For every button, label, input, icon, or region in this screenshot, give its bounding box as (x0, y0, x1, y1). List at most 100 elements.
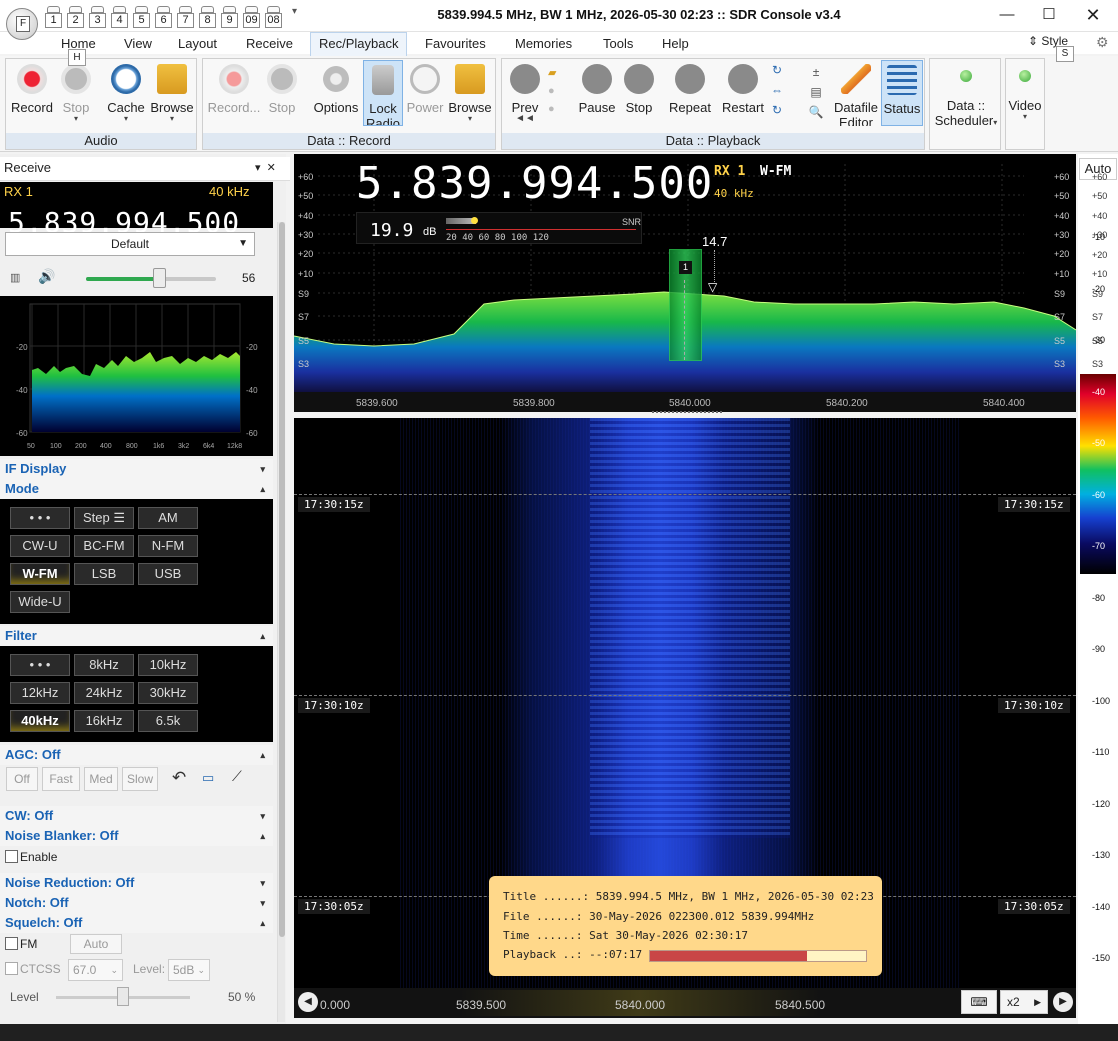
agc-off-button[interactable]: Off (6, 767, 38, 791)
scroll-right-button[interactable]: ▶ (1053, 992, 1073, 1012)
scroll-left-button[interactable]: ◀ (298, 992, 318, 1012)
tab-rec-playback[interactable]: Rec/Playback (310, 32, 408, 56)
restart-button[interactable]: Restart (720, 60, 766, 130)
mode-wideu-button[interactable]: Wide-U (10, 591, 70, 613)
filter-12khz-button[interactable]: 12kHz (10, 682, 70, 704)
repeat-button[interactable]: Repeat (666, 60, 714, 130)
panel-controls[interactable]: ▾ ✕ (255, 161, 276, 174)
mode-lsb-button[interactable]: LSB (74, 563, 134, 585)
mode-bcfm-button[interactable]: BC-FM (74, 535, 134, 557)
options-button[interactable]: Options (310, 60, 362, 130)
squelch-fm-checkbox[interactable] (5, 937, 18, 950)
mode-am-button[interactable]: AM (138, 507, 198, 529)
left-scroll-thumb[interactable] (279, 222, 285, 937)
right-scale-top-label: +20 (1092, 250, 1108, 260)
time-label: 17:30:05z (298, 899, 370, 914)
notch-header[interactable]: Notch: Off ▾ (0, 893, 273, 913)
settings-gear-icon[interactable]: ⚙ (1096, 34, 1109, 51)
agc-settings-icon[interactable]: ▭ (202, 770, 214, 786)
app-icon[interactable]: F (6, 8, 38, 40)
tab-tools[interactable]: Tools (595, 34, 641, 56)
maximize-button[interactable]: ☐ (1026, 2, 1072, 30)
keyboard-icon[interactable]: ⌨ (961, 990, 997, 1014)
video-button[interactable]: Video ▾ (1006, 60, 1044, 130)
level-thumb[interactable] (117, 987, 129, 1006)
filter-10khz-button[interactable]: 10kHz (138, 654, 198, 676)
mode-step-button[interactable]: Step ☰ (74, 507, 134, 529)
tab-view[interactable]: View (116, 34, 160, 56)
filter-more-button[interactable]: • • • (10, 654, 70, 676)
mode-usb-button[interactable]: USB (138, 563, 198, 585)
filter-header[interactable]: Filter ▴ (0, 626, 273, 646)
mode-header[interactable]: Mode ▴ (0, 479, 273, 499)
speaker-icon[interactable]: 🔊 (38, 268, 55, 285)
mode-cwu-button[interactable]: CW-U (10, 535, 70, 557)
right-scale-db-label: -80 (1092, 592, 1106, 603)
playback-stop-button[interactable]: Stop (620, 60, 658, 130)
squelch-auto-button[interactable]: Auto (70, 934, 122, 954)
mode-nfm-button[interactable]: N-FM (138, 535, 198, 557)
if-display-header[interactable]: IF Display ▾ (0, 459, 273, 479)
cw-header[interactable]: CW: Off ▾ (0, 806, 273, 826)
info-playback-value: --:07:17 (589, 948, 643, 961)
gear-icon (321, 64, 351, 94)
ctcss-select[interactable]: 67.0 ⌄ (68, 959, 123, 981)
datafile-editor-button[interactable]: Datafile Editor (832, 60, 880, 126)
nb-enable-checkbox[interactable] (5, 850, 18, 863)
filter-24khz-button[interactable]: 24kHz (74, 682, 134, 704)
tab-favourites[interactable]: Favourites (417, 34, 494, 56)
bw-label: 40 kHz (209, 184, 250, 199)
data-browse-button[interactable]: Browse ▾ (446, 60, 494, 130)
tab-receive[interactable]: Receive (238, 34, 301, 56)
agc-graph-icon[interactable]: ⟋ (232, 768, 242, 785)
left-panel-scrollbar[interactable] (277, 222, 285, 1022)
audio-browse-button[interactable]: Browse ▾ (148, 60, 196, 130)
noise-blanker-header[interactable]: Noise Blanker: Off ▴ (0, 826, 273, 846)
filter-30khz-button[interactable]: 30kHz (138, 682, 198, 704)
chevron-down-icon: ⌄ (110, 965, 118, 975)
playback-mini-icons: ▰ ● ● (548, 67, 557, 115)
audio-stop-button[interactable]: Stop ▾ (56, 60, 96, 130)
meter-icon[interactable]: ▥ (10, 271, 20, 284)
ctcss-checkbox[interactable] (5, 962, 18, 975)
lock-radio-button[interactable]: Lock Radio (363, 60, 403, 126)
prev-button[interactable]: Prev ◄◄ (506, 60, 544, 130)
squelch-level-select[interactable]: 5dB ⌄ (168, 959, 210, 981)
data-scheduler-button[interactable]: Data :: Scheduler▾ (931, 60, 1001, 130)
tab-help[interactable]: Help (654, 34, 697, 56)
zoom-tools-icons[interactable]: ± ▤ 🔍 (806, 62, 826, 124)
main-frequency[interactable]: 5.839.994.500 (356, 158, 713, 209)
pause-button[interactable]: Pause (576, 60, 618, 130)
squelch-header[interactable]: Squelch: Off ▴ (0, 913, 273, 933)
volume-thumb[interactable] (152, 268, 166, 288)
spec-x-label: 5839.600 (356, 398, 398, 409)
noise-reduction-header[interactable]: Noise Reduction: Off ▾ (0, 873, 273, 893)
mode-wfm-button[interactable]: W-FM (10, 563, 70, 585)
power-button[interactable]: Power (405, 60, 445, 130)
filter-8khz-button[interactable]: 8kHz (74, 654, 134, 676)
filter-40khz-button[interactable]: 40kHz (10, 710, 70, 732)
agc-med-button[interactable]: Med (84, 767, 118, 791)
filter-16khz-button[interactable]: 16kHz (74, 710, 134, 732)
profile-select[interactable]: Default ▼ (5, 232, 255, 256)
splitter-handle[interactable] (652, 411, 722, 415)
undo-icon[interactable]: ↶ (172, 768, 186, 788)
cache-button[interactable]: Cache ▾ (104, 60, 148, 130)
audio-record-button[interactable]: Record (8, 60, 56, 130)
loop-icons[interactable]: ↻ ⇔ ↻ (766, 60, 788, 124)
data-stop-button[interactable]: Stop (263, 60, 301, 130)
tab-memories[interactable]: Memories (507, 34, 580, 56)
audio-y-label: -20 (16, 343, 28, 352)
filter-6-5k-button[interactable]: 6.5k (138, 710, 198, 732)
agc-header[interactable]: AGC: Off ▴ (0, 745, 273, 765)
agc-slow-button[interactable]: Slow (122, 767, 158, 791)
group-data-playback-label: Data :: Playback (502, 133, 924, 149)
tab-layout[interactable]: Layout (170, 34, 225, 56)
status-button[interactable]: Status (881, 60, 923, 126)
close-button[interactable]: ✕ (1070, 2, 1116, 30)
minimize-button[interactable]: — (984, 2, 1030, 30)
zoom-select[interactable]: x2 ▶ (1000, 990, 1048, 1014)
agc-fast-button[interactable]: Fast (42, 767, 80, 791)
mode-more-button[interactable]: • • • (10, 507, 70, 529)
data-record-button[interactable]: Record... (205, 60, 263, 130)
